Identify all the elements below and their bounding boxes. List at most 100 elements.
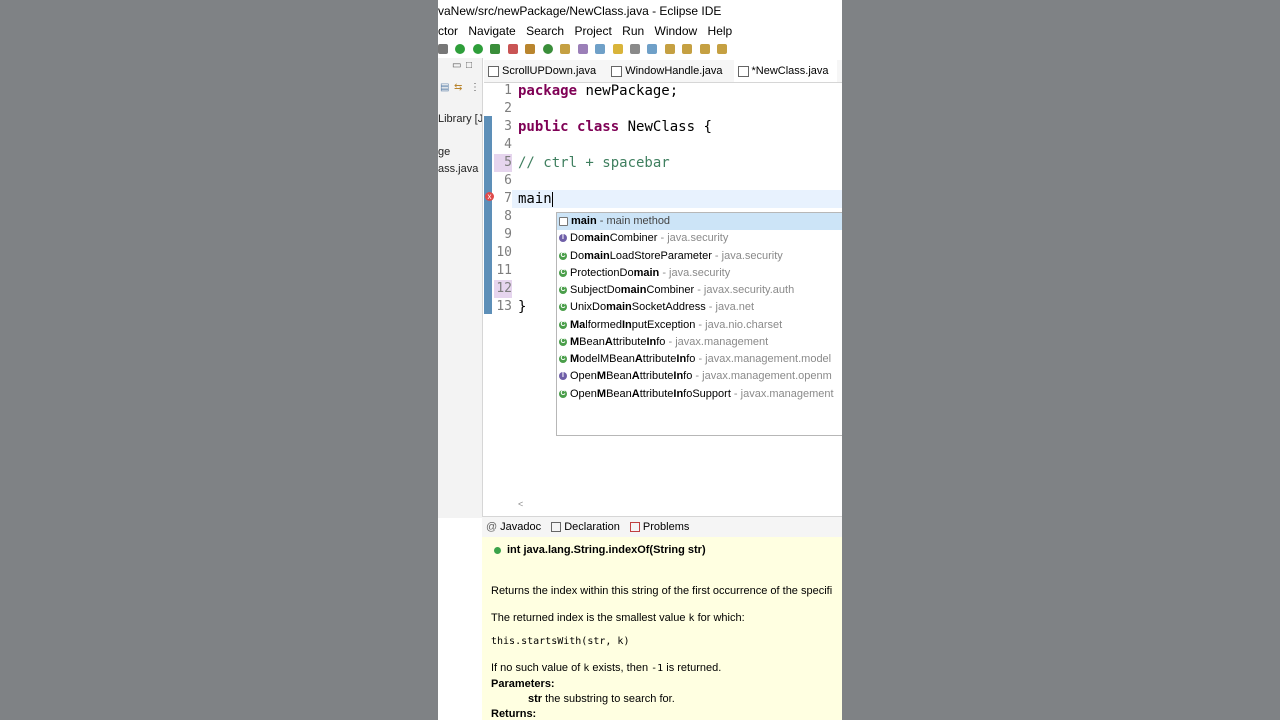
- maximize-icon[interactable]: □: [466, 60, 472, 71]
- line-number: 6: [504, 173, 512, 188]
- javadoc-view: int java.lang.String.indexOf(String str)…: [482, 537, 842, 720]
- gear-icon[interactable]: [438, 44, 448, 54]
- tab-scrollupdown[interactable]: ScrollUPDown.java: [484, 60, 604, 82]
- completion-item[interactable]: C MalformedInputException - java.nio.char…: [557, 317, 842, 334]
- menu-project[interactable]: Project: [574, 24, 611, 38]
- new-package-icon[interactable]: [525, 44, 536, 54]
- javadoc-returns-label: Returns:: [491, 708, 537, 720]
- interface-icon: I: [559, 372, 567, 381]
- minimize-icon[interactable]: ▭: [452, 60, 461, 71]
- menu-run[interactable]: Run: [622, 24, 644, 38]
- coverage-icon[interactable]: [490, 44, 501, 54]
- class-icon: C: [559, 389, 567, 398]
- open-type-icon[interactable]: [560, 44, 571, 54]
- completion-item[interactable]: C UnixDomainSocketAddress - java.net: [557, 299, 842, 316]
- line-number: 3: [504, 119, 512, 134]
- class-icon: C: [559, 320, 567, 329]
- completion-item[interactable]: I DomainCombiner - java.security: [557, 230, 842, 247]
- editor-tabs: ScrollUPDown.java WindowHandle.java *New…: [484, 60, 842, 83]
- tab-javadoc[interactable]: @ Javadoc: [482, 517, 544, 537]
- menu-refactor[interactable]: ctor: [438, 24, 458, 38]
- menu-window[interactable]: Window: [655, 24, 698, 38]
- chevron-left-icon[interactable]: <: [518, 499, 523, 509]
- view-menu-icon[interactable]: ⋮: [470, 82, 480, 93]
- link-editor-icon[interactable]: ⇆: [454, 82, 462, 93]
- line-number: 8: [504, 209, 512, 224]
- tree-item-library[interactable]: Library [Ja: [438, 113, 482, 125]
- class-icon: C: [559, 286, 567, 295]
- line-number: 5: [494, 154, 512, 172]
- interface-icon: I: [559, 234, 567, 243]
- window-title: vaNew/src/newPackage/NewClass.java - Ecl…: [438, 4, 722, 18]
- text-caret: [551, 191, 553, 207]
- prev-annotation-icon[interactable]: [682, 44, 693, 54]
- line-number: 2: [504, 101, 512, 116]
- class-icon: C: [559, 251, 567, 260]
- javadoc-param: str the substring to search for.: [528, 693, 675, 705]
- problems-icon: [629, 522, 640, 533]
- next-annotation-icon[interactable]: [664, 44, 675, 54]
- view-tabs: @ Javadoc Declaration Problems: [482, 516, 842, 537]
- javadoc-text: The returned index is the smallest value…: [491, 612, 745, 624]
- tree-item-package[interactable]: ge: [438, 146, 450, 158]
- code-line: public class NewClass {: [518, 119, 712, 135]
- tab-newclass[interactable]: *NewClass.java: [733, 60, 837, 82]
- code-line: // ctrl + spacebar: [518, 155, 670, 171]
- search-icon[interactable]: [577, 44, 588, 54]
- completion-item[interactable]: C MBeanAttributeInfo - javax.management: [557, 334, 842, 351]
- line-number: 4: [504, 137, 512, 152]
- new-class-icon[interactable]: [542, 44, 553, 54]
- javadoc-signature: int java.lang.String.indexOf(String str): [494, 544, 706, 556]
- package-explorer: ▭ □ ▤ ⇆ ⋮ Library [Ja ge ass.java: [438, 58, 483, 518]
- line-number: 10: [496, 245, 512, 260]
- completion-item[interactable]: I OpenMBeanAttributeInfo - javax.manageme…: [557, 368, 842, 385]
- whitespace-icon[interactable]: [647, 44, 658, 54]
- declaration-icon: [551, 522, 562, 533]
- class-icon: C: [559, 303, 567, 312]
- forward-icon[interactable]: [717, 44, 728, 54]
- run-icon[interactable]: [472, 44, 483, 54]
- completion-item[interactable]: C ProtectionDomain - java.security: [557, 265, 842, 282]
- completion-item[interactable]: C DomainLoadStoreParameter - java.securit…: [557, 248, 842, 265]
- completion-item[interactable]: C OpenMBeanAttributeInfoSupport - javax.m…: [557, 386, 842, 403]
- javadoc-text: If no such value of k exists, then -1 is…: [491, 662, 722, 674]
- line-number: 7: [504, 191, 512, 206]
- completion-item[interactable]: C SubjectDomainCombiner - javax.security.…: [557, 282, 842, 299]
- java-file-icon: [488, 65, 499, 77]
- menu-navigate[interactable]: Navigate: [468, 24, 515, 38]
- collapse-all-icon[interactable]: ▤: [440, 82, 449, 93]
- back-icon[interactable]: [699, 44, 710, 54]
- line-number: 1: [504, 83, 512, 98]
- menu-search[interactable]: Search: [526, 24, 564, 38]
- tab-windowhandle[interactable]: WindowHandle.java: [607, 60, 730, 82]
- horizontal-scrollbar[interactable]: <: [518, 494, 842, 509]
- java-file-icon: [611, 65, 623, 77]
- tab-declaration[interactable]: Declaration: [547, 517, 623, 537]
- error-icon[interactable]: x: [485, 192, 494, 201]
- change-ruler: [484, 116, 492, 314]
- completion-item[interactable]: main - main method: [557, 213, 842, 231]
- template-icon: [559, 216, 568, 226]
- completion-item[interactable]: C ModelMBeanAttributeInfo - javax.managem…: [557, 351, 842, 368]
- code-line: package newPackage;: [518, 83, 679, 99]
- highlight-icon[interactable]: [612, 44, 623, 54]
- class-icon: C: [559, 268, 567, 277]
- block-select-icon[interactable]: [629, 44, 640, 54]
- external-tools-icon[interactable]: [507, 44, 518, 54]
- javadoc-description: Returns the index within this string of …: [491, 585, 833, 597]
- tab-problems[interactable]: Problems: [626, 517, 692, 537]
- line-number: 11: [496, 263, 512, 278]
- java-file-icon: [737, 65, 749, 77]
- line-number: 9: [504, 227, 512, 242]
- toggle-mark-icon[interactable]: [595, 44, 606, 54]
- tree-item-class[interactable]: ass.java: [438, 163, 478, 175]
- public-method-icon: [494, 546, 501, 554]
- debug-icon[interactable]: [455, 44, 466, 54]
- at-icon: @: [486, 521, 498, 533]
- toolbar: [438, 40, 842, 58]
- menu-help[interactable]: Help: [708, 24, 733, 38]
- line-number: 12: [494, 280, 512, 298]
